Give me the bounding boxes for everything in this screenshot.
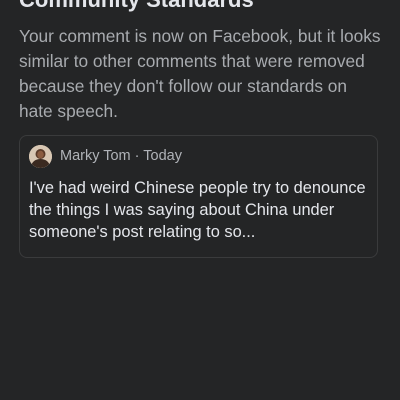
user-avatar-icon — [29, 144, 52, 168]
comment-text: I've had weird Chinese people try to den… — [29, 179, 366, 241]
avatar — [29, 144, 52, 168]
dialog-message: Your comment is now on Facebook, but it … — [19, 26, 381, 121]
comment-author: Marky Tom — [60, 148, 131, 164]
comment-preview-card: Marky Tom · Today I've had weird Chinese… — [19, 135, 378, 258]
community-standards-screen: Community Standards Your comment is now … — [0, 0, 400, 400]
comment-header: Marky Tom · Today — [29, 144, 182, 168]
comment-time: Today — [143, 148, 182, 164]
dialog-title: Community Standards — [19, 0, 254, 14]
meta-separator: · — [130, 148, 144, 164]
comment-meta: Marky Tom · Today — [60, 148, 182, 164]
